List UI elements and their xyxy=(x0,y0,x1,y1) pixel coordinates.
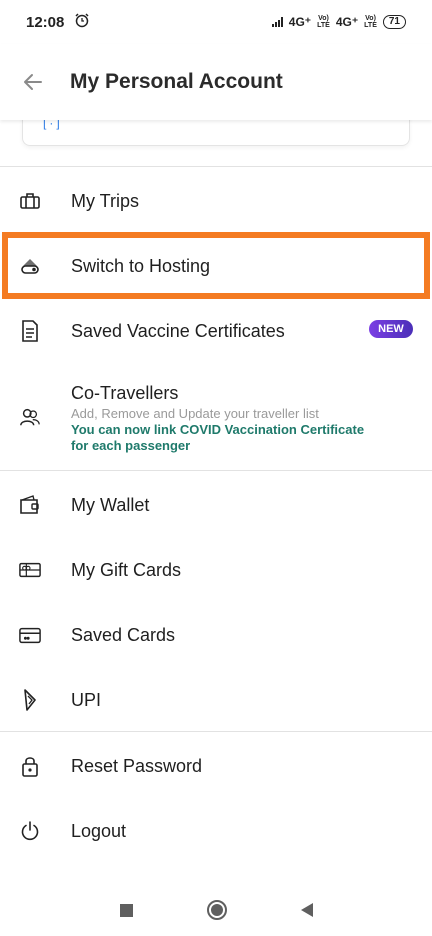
power-icon xyxy=(19,820,41,842)
card-icon xyxy=(19,624,41,646)
menu-label: Reset Password xyxy=(71,756,203,776)
status-indicators: 4G⁺ Vo) LTE 4G⁺ Vo) LTE 71 xyxy=(271,15,406,29)
upi-icon xyxy=(19,689,41,711)
system-nav-bar xyxy=(0,884,432,936)
alarm-icon xyxy=(74,12,90,32)
menu-item-my-gift-cards[interactable]: My Gift Cards xyxy=(0,539,432,601)
signal-icon xyxy=(271,17,283,27)
menu-label: Saved Vaccine Certificates xyxy=(71,321,285,341)
menu-label: My Trips xyxy=(71,191,140,211)
divider xyxy=(0,166,432,167)
lock-icon xyxy=(19,755,41,777)
home-icon xyxy=(210,904,223,916)
back-button[interactable] xyxy=(0,44,66,120)
page-title: My Personal Account xyxy=(70,70,283,93)
app-header: My Personal Account xyxy=(0,44,432,120)
menu-label: Logout xyxy=(71,821,127,841)
divider xyxy=(0,731,432,732)
menu-label: My Gift Cards xyxy=(71,560,182,580)
battery-indicator: 71 xyxy=(382,15,406,29)
back-arrow-icon xyxy=(24,74,42,90)
divider xyxy=(0,470,432,471)
wallet-icon xyxy=(19,494,41,516)
menu-item-saved-vaccine-certificates[interactable]: Saved Vaccine Certificates xyxy=(0,302,432,360)
document-icon xyxy=(19,320,41,342)
menu-item-upi[interactable]: UPI xyxy=(0,669,432,731)
volte-label-2: Vo) LTE xyxy=(364,15,377,29)
gift-card-icon xyxy=(19,559,41,581)
status-bar: 12:08 4G⁺ Vo) LTE 4G⁺ Vo) LTE 71 xyxy=(0,0,432,44)
new-badge: NEW xyxy=(369,320,413,338)
menu-label: My Wallet xyxy=(71,495,150,515)
menu-label: UPI xyxy=(71,690,102,710)
co-travellers-title: Co-Travellers xyxy=(71,383,179,403)
menu-label: Saved Cards xyxy=(71,625,176,645)
home-button[interactable] xyxy=(206,900,227,920)
menu-item-my-wallet[interactable]: My Wallet xyxy=(0,474,432,536)
menu-item-reset-password[interactable]: Reset Password xyxy=(0,735,432,797)
menu-item-my-trips[interactable]: My Trips xyxy=(0,170,432,232)
highlight-box xyxy=(2,232,430,299)
recents-button[interactable] xyxy=(119,903,133,917)
network-label-2: 4G⁺ xyxy=(335,15,359,29)
volte-label-1: Vo) LTE xyxy=(317,15,330,29)
menu-item-saved-cards[interactable]: Saved Cards xyxy=(0,604,432,666)
co-travellers-subtitle: Add, Remove and Update your traveller li… xyxy=(71,406,319,421)
briefcase-icon xyxy=(19,190,41,212)
system-back-button[interactable] xyxy=(300,903,313,917)
status-time: 12:08 xyxy=(26,13,65,31)
menu-item-logout[interactable]: Logout xyxy=(0,800,432,862)
people-icon xyxy=(19,406,41,428)
co-travellers-note: You can now link COVID Vaccination Certi… xyxy=(71,422,365,453)
network-label-1: 4G⁺ xyxy=(288,15,312,29)
